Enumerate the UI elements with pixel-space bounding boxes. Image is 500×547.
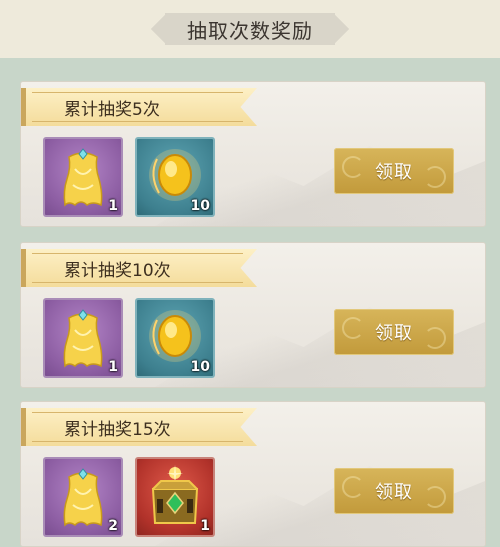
item-count: 10 [190,198,210,214]
reward-label: 累计抽奖5次 [64,99,160,120]
swirl-decor [342,156,364,178]
swirl-decor [424,166,446,188]
reward-list: 累计抽奖5次 1 10 领取 累计抽奖10次 1 10 领取 累计抽奖15次 2… [0,58,500,547]
reward-card: 累计抽奖15次 2 1 领取 [20,401,486,547]
item-count: 1 [200,518,210,534]
swirl-decor [424,327,446,349]
title-plate: 抽取次数奖励 [165,13,335,45]
reward-item-slot[interactable]: 1 [43,298,123,378]
claim-button-label: 领取 [375,482,413,503]
item-count: 2 [108,518,118,534]
swirl-decor [424,486,446,508]
claim-button-label: 领取 [375,323,413,344]
reward-label: 累计抽奖15次 [64,419,171,440]
swirl-decor [342,317,364,339]
claim-button[interactable]: 领取 [334,309,454,355]
claim-button[interactable]: 领取 [334,468,454,514]
claim-button[interactable]: 领取 [334,148,454,194]
reward-item-slot[interactable]: 10 [135,298,215,378]
reward-card: 累计抽奖5次 1 10 领取 [20,81,486,227]
item-count: 10 [190,359,210,375]
item-count: 1 [108,359,118,375]
swirl-decor [342,476,364,498]
reward-item-slot[interactable]: 1 [135,457,215,537]
reward-card: 累计抽奖10次 1 10 领取 [20,242,486,388]
reward-label: 累计抽奖10次 [64,260,171,281]
page-title: 抽取次数奖励 [187,18,313,43]
reward-ribbon: 累计抽奖5次 [21,88,257,126]
reward-ribbon: 累计抽奖10次 [21,249,257,287]
reward-item-slot[interactable]: 10 [135,137,215,217]
reward-item-slot[interactable]: 2 [43,457,123,537]
reward-ribbon: 累计抽奖15次 [21,408,257,446]
item-count: 1 [108,198,118,214]
claim-button-label: 领取 [375,162,413,183]
reward-item-slot[interactable]: 1 [43,137,123,217]
header: 抽取次数奖励 [0,0,500,58]
